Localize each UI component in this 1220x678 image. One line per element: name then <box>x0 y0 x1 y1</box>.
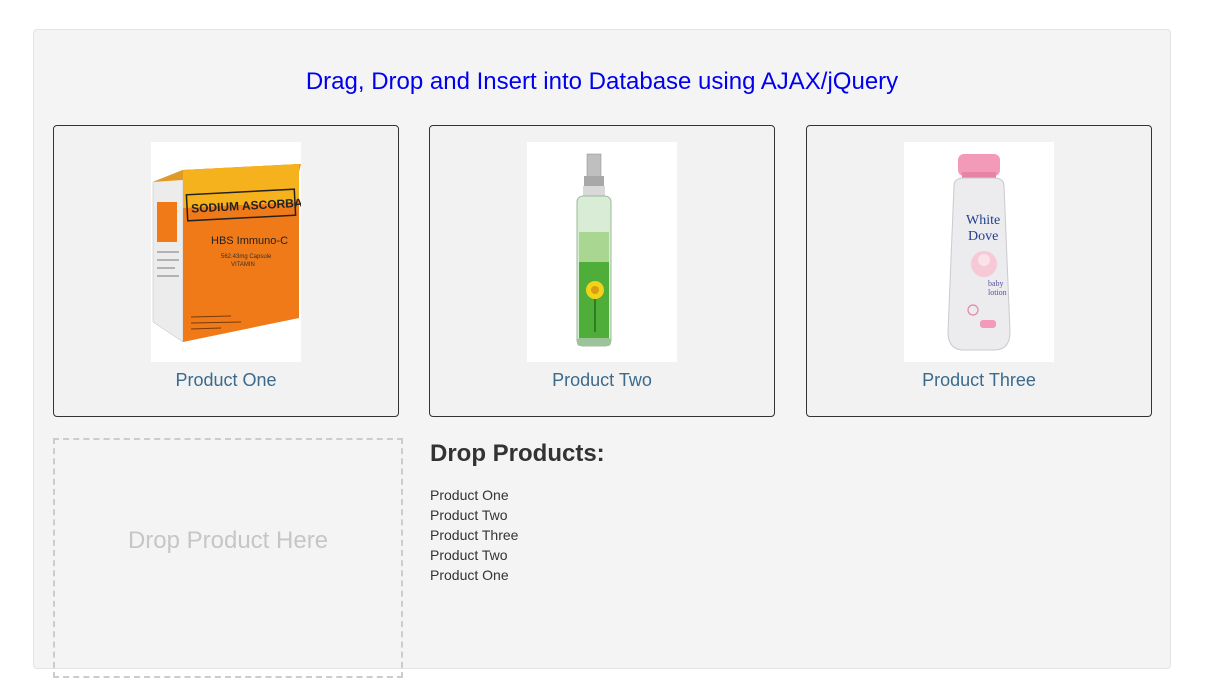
product-name-three: Product Three <box>922 370 1036 390</box>
svg-text:White: White <box>966 213 1000 228</box>
svg-text:VITAMIN: VITAMIN <box>231 262 255 268</box>
product-image-two <box>527 142 677 362</box>
page-title: Drag, Drop and Insert into Database usin… <box>305 68 899 95</box>
drop-zone-hint: Drop Product Here <box>127 527 329 554</box>
product-name-one: Product One <box>175 370 277 390</box>
product-name-two: Product Two <box>552 370 652 390</box>
list-item: Product Two <box>430 507 508 523</box>
svg-text:562.43mg Capsule: 562.43mg Capsule <box>221 254 272 260</box>
dropped-products-heading: Drop Products: <box>430 440 605 467</box>
product-image-three: White Dove baby lotion <box>904 142 1054 362</box>
svg-text:baby: baby <box>988 279 1004 288</box>
main-panel: Drag, Drop and Insert into Database usin… <box>33 29 1171 678</box>
list-item: Product One <box>430 567 509 583</box>
product-card-one[interactable]: SODIUM ASCORBATE HBS Immuno-C 562.43mg C… <box>53 125 399 417</box>
list-item: Product One <box>430 487 509 503</box>
product-card-two[interactable]: Product Two <box>429 125 775 417</box>
svg-text:lotion: lotion <box>988 288 1007 297</box>
product-image-one: SODIUM ASCORBATE HBS Immuno-C 562.43mg C… <box>151 142 301 362</box>
svg-text:HBS Immuno-C: HBS Immuno-C <box>211 235 288 247</box>
drop-zone[interactable]: Drop Product Here <box>53 438 403 678</box>
product-card-three[interactable]: White Dove baby lotion Product Three <box>806 125 1152 417</box>
list-item: Product Three <box>430 527 519 543</box>
svg-text:Dove: Dove <box>968 229 998 244</box>
list-item: Product Two <box>430 547 508 563</box>
dropped-products-list: Product One Product Two Product Three Pr… <box>430 485 518 585</box>
